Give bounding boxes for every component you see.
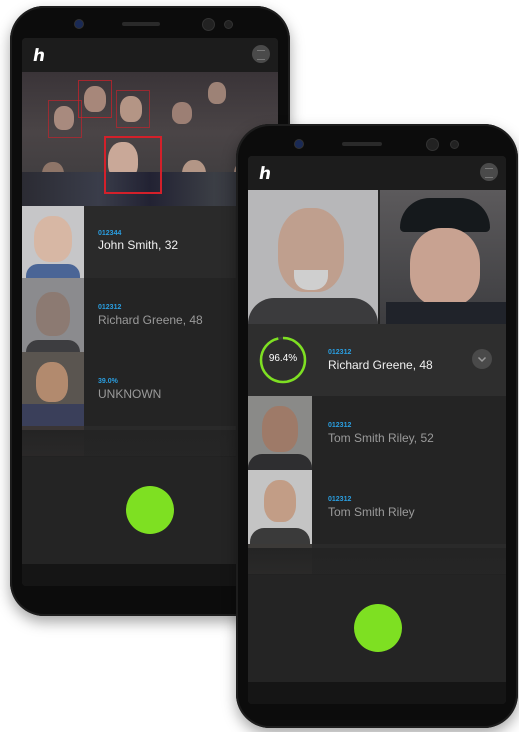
match-name: UNKNOWN bbox=[98, 387, 162, 401]
match-id: 012312 bbox=[328, 422, 352, 429]
match-id: 012312 bbox=[328, 496, 352, 503]
live-face bbox=[410, 228, 480, 306]
capture-button[interactable] bbox=[354, 604, 402, 652]
app-header: h bbox=[22, 38, 278, 72]
match-name: Richard Greene, 48 bbox=[328, 358, 433, 372]
crowd-face bbox=[172, 102, 192, 124]
match-id: 012312 bbox=[328, 349, 352, 356]
mugshot-shirt bbox=[26, 264, 80, 278]
front-camera bbox=[426, 138, 439, 151]
app-logo: h bbox=[31, 46, 45, 66]
match-photo bbox=[248, 396, 312, 470]
speaker-grille bbox=[122, 22, 160, 26]
mugshot-shirt bbox=[248, 454, 312, 470]
mugshot-face bbox=[264, 480, 296, 522]
screen-right: h 96.4% 012312 Richard Greene, 48 012312… bbox=[248, 156, 506, 704]
list-item[interactable]: 012312 Tom Smith Riley bbox=[248, 470, 506, 545]
match-photo bbox=[22, 278, 84, 352]
iris-sensor bbox=[294, 139, 304, 149]
match-name: John Smith, 32 bbox=[98, 238, 179, 252]
mugshot-face bbox=[36, 292, 70, 336]
chevron-down-icon bbox=[477, 356, 487, 363]
mugshot-shirt bbox=[22, 404, 84, 426]
sensor-dot bbox=[224, 20, 233, 29]
reference-shirt bbox=[248, 298, 378, 324]
mugshot-face bbox=[262, 406, 298, 452]
phone-right: h 96.4% 012312 Richard Greene, 48 012312… bbox=[236, 124, 518, 728]
mugshot-face bbox=[36, 362, 68, 402]
front-camera bbox=[202, 18, 215, 31]
selected-match[interactable]: 96.4% 012312 Richard Greene, 48 bbox=[248, 324, 506, 397]
menu-button[interactable] bbox=[252, 45, 270, 63]
detection-box bbox=[116, 90, 150, 128]
capture-button[interactable] bbox=[126, 486, 174, 534]
confidence-value: 96.4% bbox=[268, 353, 298, 364]
detection-box bbox=[48, 100, 82, 138]
mugshot-face bbox=[34, 216, 72, 262]
match-name: Tom Smith Riley bbox=[328, 505, 415, 519]
detection-box bbox=[78, 80, 112, 118]
mugshot-shirt bbox=[250, 528, 310, 544]
live-capture-photo bbox=[380, 190, 506, 324]
match-id: 012344 bbox=[98, 230, 122, 237]
list-fade bbox=[248, 548, 506, 590]
app-header: h bbox=[248, 156, 506, 190]
match-photo bbox=[22, 352, 84, 426]
cap-hat bbox=[400, 198, 490, 232]
expand-button[interactable] bbox=[472, 349, 492, 369]
list-item[interactable]: 012312 Tom Smith Riley, 52 bbox=[248, 396, 506, 471]
menu-button[interactable] bbox=[480, 163, 498, 181]
mugshot-shirt bbox=[26, 340, 80, 352]
detection-box-primary[interactable] bbox=[104, 136, 162, 194]
crowd-face bbox=[208, 82, 226, 104]
match-id: 012312 bbox=[98, 304, 122, 311]
nav-bar bbox=[248, 682, 506, 704]
match-photo bbox=[248, 470, 312, 544]
match-name: Richard Greene, 48 bbox=[98, 313, 203, 327]
app-logo: h bbox=[257, 164, 271, 184]
match-name: Tom Smith Riley, 52 bbox=[328, 431, 434, 445]
match-photo bbox=[22, 206, 84, 278]
sensor-dot bbox=[450, 140, 459, 149]
speaker-grille bbox=[342, 142, 382, 146]
iris-sensor bbox=[74, 19, 84, 29]
live-shirt bbox=[386, 302, 506, 324]
match-id: 39.0% bbox=[98, 378, 118, 385]
reference-photo bbox=[248, 190, 378, 324]
